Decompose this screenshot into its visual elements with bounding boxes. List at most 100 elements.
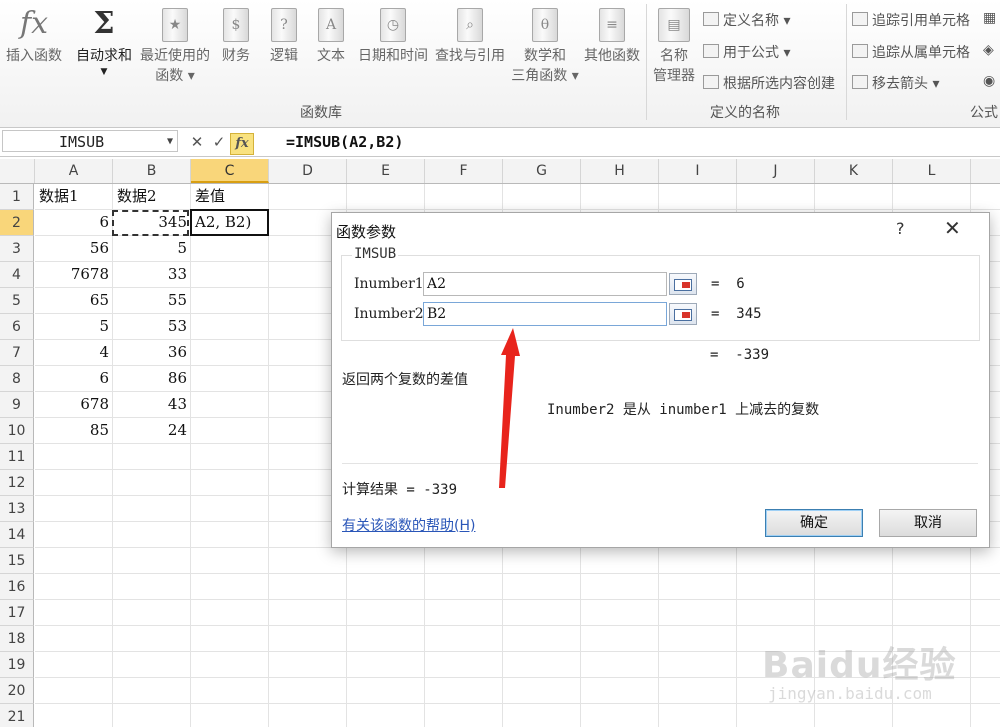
define-name-button[interactable]: 定义名称 ▾ <box>703 10 790 30</box>
cell-a9[interactable]: 678 <box>35 392 113 417</box>
inumber2-input[interactable]: B2 <box>423 302 667 326</box>
dialog-title: 函数参数 <box>336 223 397 241</box>
row-header-8[interactable]: 8 <box>0 366 34 392</box>
row-header-19[interactable]: 19 <box>0 652 34 678</box>
column-header-k[interactable]: K <box>815 159 893 183</box>
header-cell-b[interactable]: 数据2 <box>113 184 191 209</box>
row-header-10[interactable]: 10 <box>0 418 34 444</box>
trace-dependents-button[interactable]: 追踪从属单元格 <box>852 42 970 62</box>
row-header-7[interactable]: 7 <box>0 340 34 366</box>
column-header-c[interactable]: C <box>191 159 269 183</box>
autosum-button[interactable]: Σ 自动求和 ▼ <box>74 0 134 78</box>
name-manager-button[interactable]: ▤ 名称 管理器 <box>650 0 698 86</box>
column-header-f[interactable]: F <box>425 159 503 183</box>
column-header-j[interactable]: J <box>737 159 815 183</box>
date-time-button[interactable]: ◷ 日期和时间 <box>356 0 430 66</box>
insert-function-icon[interactable]: fx <box>230 133 254 155</box>
cell-b8[interactable]: 86 <box>113 366 191 391</box>
cell-a8[interactable]: 6 <box>35 366 113 391</box>
function-help-link[interactable]: 有关该函数的帮助(H) <box>342 515 475 535</box>
header-cell-a[interactable]: 数据1 <box>35 184 113 209</box>
column-header-d[interactable]: D <box>269 159 347 183</box>
logical-button[interactable]: ? 逻辑 <box>264 0 304 66</box>
row-header-20[interactable]: 20 <box>0 678 34 704</box>
row-header-4[interactable]: 4 <box>0 262 34 288</box>
collapse-dialog-icon[interactable] <box>669 303 697 325</box>
book-icon: ? <box>271 8 297 42</box>
row-header-11[interactable]: 11 <box>0 444 34 470</box>
row-header-2[interactable]: 2 <box>0 210 34 236</box>
row-header-3[interactable]: 3 <box>0 236 34 262</box>
cell-b2[interactable]: 345 <box>113 210 191 235</box>
cell-b6[interactable]: 53 <box>113 314 191 339</box>
cell-a3[interactable]: 56 <box>35 236 113 261</box>
row-header-17[interactable]: 17 <box>0 600 34 626</box>
row-header-9[interactable]: 9 <box>0 392 34 418</box>
cell-a5[interactable]: 65 <box>35 288 113 313</box>
cell-b10[interactable]: 24 <box>113 418 191 443</box>
row-header-1[interactable]: 1 <box>0 184 34 210</box>
cell-b5[interactable]: 55 <box>113 288 191 313</box>
function-result: = -339 <box>710 347 770 363</box>
chevron-down-icon[interactable]: ▼ <box>167 131 173 153</box>
error-checking-icon[interactable]: ◈ <box>983 42 994 58</box>
trace-precedents-button[interactable]: 追踪引用单元格 <box>852 10 970 30</box>
formula-input[interactable]: =IMSUB(A2,B2) <box>286 130 403 154</box>
check-icon[interactable]: ✓ <box>208 130 230 154</box>
row-header-14[interactable]: 14 <box>0 522 34 548</box>
row-header-6[interactable]: 6 <box>0 314 34 340</box>
help-icon[interactable]: ? <box>896 219 905 238</box>
divider <box>342 463 978 464</box>
column-header-h[interactable]: H <box>581 159 659 183</box>
recent-functions-button[interactable]: ★ 最近使用的 函数 ▾ <box>137 0 213 86</box>
create-from-selection-button[interactable]: 根据所选内容创建 <box>703 73 835 93</box>
row-header-13[interactable]: 13 <box>0 496 34 522</box>
show-formulas-icon[interactable]: ▦ <box>983 10 996 26</box>
column-header-l[interactable]: L <box>893 159 971 183</box>
math-trig-button[interactable]: θ 数学和 三角函数 ▾ <box>510 0 580 86</box>
remove-arrows-button[interactable]: 移去箭头 ▾ <box>852 73 939 93</box>
row-header-16[interactable]: 16 <box>0 574 34 600</box>
header-cell-c[interactable]: 差值 <box>191 184 269 209</box>
text-button[interactable]: A 文本 <box>311 0 351 66</box>
cancel-icon[interactable]: ✕ <box>186 130 208 154</box>
ok-button[interactable]: 确定 <box>765 509 863 537</box>
column-header-g[interactable]: G <box>503 159 581 183</box>
column-header-a[interactable]: A <box>35 159 113 183</box>
close-icon[interactable]: ✕ <box>944 216 961 240</box>
cell-b4[interactable]: 33 <box>113 262 191 287</box>
inumber1-input[interactable]: A2 <box>423 272 667 296</box>
column-header-i[interactable]: I <box>659 159 737 183</box>
column-header-e[interactable]: E <box>347 159 425 183</box>
lookup-reference-button[interactable]: ⌕ 查找与引用 <box>433 0 507 66</box>
row-header-5[interactable]: 5 <box>0 288 34 314</box>
column-headers: ABCDEFGHIJKL <box>0 159 1000 184</box>
cell-a7[interactable]: 4 <box>35 340 113 365</box>
cell-b3[interactable]: 5 <box>113 236 191 261</box>
collapse-dialog-icon[interactable] <box>669 273 697 295</box>
column-header-b[interactable]: B <box>113 159 191 183</box>
trace-dependents-icon <box>852 44 868 58</box>
cancel-button[interactable]: 取消 <box>879 509 977 537</box>
chevron-down-icon: ▼ <box>100 67 108 77</box>
sigma-icon: Σ <box>93 6 115 41</box>
cell-a10[interactable]: 85 <box>35 418 113 443</box>
row-header-12[interactable]: 12 <box>0 470 34 496</box>
cell-b7[interactable]: 36 <box>113 340 191 365</box>
select-all-corner[interactable] <box>0 159 35 183</box>
cell-b9[interactable]: 43 <box>113 392 191 417</box>
row-header-18[interactable]: 18 <box>0 626 34 652</box>
insert-function-button[interactable]: fx 插入函数 <box>4 0 64 66</box>
cell-a2[interactable]: 6 <box>35 210 113 235</box>
row-header-15[interactable]: 15 <box>0 548 34 574</box>
use-in-formula-button[interactable]: 用于公式 ▾ <box>703 42 790 62</box>
financial-button[interactable]: $ 财务 <box>216 0 256 66</box>
name-box[interactable]: IMSUB ▼ <box>2 130 178 152</box>
cell-c2-editing[interactable]: A2, B2) <box>191 210 269 235</box>
row-header-21[interactable]: 21 <box>0 704 34 727</box>
evaluate-formula-icon[interactable]: ◉ <box>983 73 995 89</box>
more-functions-button[interactable]: ≡ 其他函数 <box>582 0 642 66</box>
cell-a4[interactable]: 7678 <box>35 262 113 287</box>
book-icon: $ <box>223 8 249 42</box>
cell-a6[interactable]: 5 <box>35 314 113 339</box>
